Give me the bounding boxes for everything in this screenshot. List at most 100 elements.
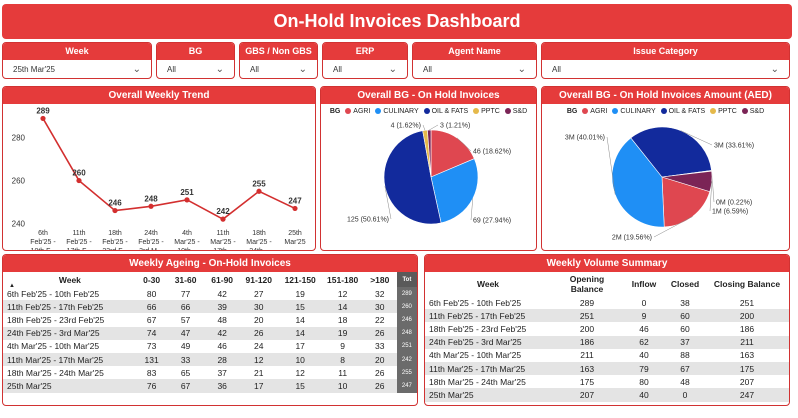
filter-gbs[interactable]: GBS / Non GBS All ⌄ <box>239 42 318 79</box>
value-cell: 42 <box>217 288 227 299</box>
ageing-col-header[interactable]: >180 <box>363 272 397 287</box>
chevron-down-icon[interactable]: ⌄ <box>771 60 779 78</box>
value-cell: 163 <box>551 361 623 376</box>
legend-item-culinary[interactable]: CULINARY <box>375 108 419 115</box>
table-row[interactable]: 11th Mar'25 - 17th Mar'25 163 79 67 175 <box>425 361 789 376</box>
chevron-down-icon[interactable]: ⌄ <box>133 60 141 78</box>
value-cell: 88 <box>680 350 690 361</box>
filter-agent[interactable]: Agent Name All ⌄ <box>412 42 537 79</box>
ageing-col-header[interactable]: Tot <box>396 272 417 287</box>
bg-amount-panel: Overall BG - On Hold Invoices Amount (AE… <box>541 86 790 251</box>
table-row[interactable]: 18th Mar'25 - 24th Mar'25 175 80 48 207 <box>425 375 789 388</box>
x-tick-label: 25th Mar'25 <box>284 230 305 246</box>
filter-bg[interactable]: BG All ⌄ <box>156 42 235 79</box>
y-tick-label: 280 <box>12 134 26 143</box>
x-tick-label: 24thFeb'25 -3rd M... <box>138 230 164 250</box>
table-row[interactable]: 18th Mar'25 - 24th Mar'25 83 65 37 21 12 11 26 2… <box>3 366 417 380</box>
filter-agent-label: Agent Name <box>413 43 536 60</box>
value-cell: 131 <box>136 352 167 367</box>
chevron-down-icon[interactable]: ⌄ <box>216 60 224 78</box>
x-tick-label: 11thFeb'25 -17th F... <box>66 230 92 250</box>
table-row[interactable]: 4th Mar'25 - 10th Mar'25 211 40 88 163 <box>425 349 789 362</box>
legend-label: PPTC <box>718 108 737 115</box>
trend-point[interactable] <box>256 188 262 194</box>
week-cell: 18th Feb'25 - 23rd Feb'25 <box>429 323 527 334</box>
weekly-trend-panel: Overall Weekly Trend 240 260 280 289 260 246 2… <box>2 86 316 251</box>
leader-line <box>429 124 439 131</box>
volume-col-header[interactable]: Week <box>425 272 551 296</box>
legend-item-sd[interactable]: S&D <box>741 108 764 115</box>
ageing-col-header[interactable]: 121-150 <box>278 272 323 287</box>
table-row[interactable]: 24th Feb'25 - 3rd Mar'25 74 47 42 26 14 19 26 24… <box>3 326 417 340</box>
volume-col-header[interactable]: Closed <box>665 272 705 296</box>
filter-erp-label: ERP <box>323 43 407 60</box>
weekly-volume-panel: Weekly Volume Summary Week Opening Balanc… <box>424 254 790 406</box>
filter-issue-category[interactable]: Issue Category All ⌄ <box>541 42 790 79</box>
filter-erp[interactable]: ERP All ⌄ <box>322 42 408 79</box>
y-tick-label: 240 <box>12 219 26 228</box>
ageing-col-header[interactable]: Week <box>3 272 137 287</box>
legend-item-agri[interactable]: AGRI <box>582 108 607 115</box>
chevron-down-icon[interactable]: ⌄ <box>299 60 307 78</box>
value-cell: 36 <box>204 379 240 393</box>
legend-item-culinary[interactable]: CULINARY <box>612 108 656 115</box>
table-row[interactable]: 25th Mar'25 207 40 0 247 <box>425 388 789 402</box>
chevron-down-icon[interactable]: ⌄ <box>518 60 526 78</box>
trend-point[interactable] <box>184 197 190 203</box>
legend-label: CULINARY <box>383 108 419 115</box>
trend-point[interactable] <box>148 203 154 209</box>
ageing-col-header[interactable]: 31-60 <box>166 272 204 287</box>
ageing-col-header[interactable]: 61-90 <box>205 272 240 287</box>
legend-item-oil-fats[interactable]: OIL & FATS <box>660 108 706 115</box>
volume-col-header[interactable]: Opening Balance <box>551 272 623 296</box>
value-cell: 8 <box>322 352 363 367</box>
trend-point[interactable] <box>220 216 226 222</box>
table-row[interactable]: 11th Feb'25 - 17th Feb'25 66 66 39 30 15 14 30 2… <box>3 300 417 314</box>
week-cell: 18th Mar'25 - 24th Mar'25 <box>7 367 104 378</box>
legend-item-pptc[interactable]: PPTC <box>710 108 737 115</box>
value-cell: 20 <box>362 352 397 367</box>
value-cell: 163 <box>739 350 755 361</box>
table-row[interactable]: 18th Feb'25 - 23rd Feb'25 200 46 60 186 <box>425 322 789 335</box>
legend-label: OIL & FATS <box>668 108 706 115</box>
legend-item-oil-fats[interactable]: OIL & FATS <box>423 108 469 115</box>
legend-item-pptc[interactable]: PPTC <box>473 108 500 115</box>
ageing-col-header[interactable]: 151-180 <box>322 272 362 287</box>
table-row[interactable]: 24th Feb'25 - 3rd Mar'25 186 62 37 211 <box>425 335 789 349</box>
value-cell: 30 <box>239 300 278 314</box>
value-cell: 175 <box>705 361 789 376</box>
value-cell: 46 <box>217 341 227 352</box>
bg-invoices-title: Overall BG - On Hold Invoices <box>321 87 536 104</box>
filter-issue-category-label: Issue Category <box>542 43 789 60</box>
legend-item-sd[interactable]: S&D <box>504 108 527 115</box>
volume-col-header[interactable]: Closing Balance <box>705 272 789 296</box>
legend-label: OIL & FATS <box>431 108 469 115</box>
ageing-col-header[interactable]: 0-30 <box>137 272 167 287</box>
trend-point[interactable] <box>112 207 118 214</box>
table-row[interactable]: 11th Mar'25 - 17th Mar'25 131 33 28 12 10 8 20 2… <box>3 352 417 367</box>
trend-point[interactable] <box>76 177 82 184</box>
sort-ascending-icon[interactable]: ▲ <box>9 283 15 289</box>
value-cell: 289 <box>396 287 417 301</box>
trend-point[interactable] <box>40 115 46 122</box>
table-row[interactable]: 11th Feb'25 - 17th Feb'25 251 9 60 200 <box>425 309 789 323</box>
table-row[interactable]: 4th Mar'25 - 10th Mar'25 73 49 46 24 17 9 33 251 <box>3 339 417 353</box>
weekly-ageing-panel: Weekly Ageing - On-Hold Invoices ▲ Week 0… <box>2 254 418 406</box>
table-row[interactable]: 18th Feb'25 - 23rd Feb'25 67 57 48 20 14 18 22 2… <box>3 313 417 327</box>
filter-week[interactable]: Week 25th Mar'25 ⌄ <box>2 42 152 79</box>
value-cell: 21 <box>254 367 264 378</box>
value-cell: 80 <box>639 376 649 387</box>
volume-col-header[interactable]: Inflow <box>623 272 665 296</box>
trend-point[interactable] <box>292 205 298 212</box>
table-row[interactable]: 6th Feb'25 - 10th Feb'25 289 0 38 251 <box>425 296 789 309</box>
ageing-col-header[interactable]: 91-120 <box>240 272 278 287</box>
data-label: 260 <box>72 169 86 178</box>
table-row[interactable]: 6th Feb'25 - 10th Feb'25 80 77 42 27 19 12 32 28… <box>3 287 417 301</box>
value-cell: 15 <box>277 379 323 393</box>
table-row[interactable]: 25th Mar'25 76 67 36 17 15 10 26 247 <box>3 379 417 393</box>
weekly-trend-chart: 240 260 280 289 260 246 248 251 242 255 247 6th Feb'… <box>12 106 306 250</box>
chevron-down-icon[interactable]: ⌄ <box>389 60 397 78</box>
data-label: 242 <box>216 207 230 216</box>
legend-item-agri[interactable]: AGRI <box>345 108 370 115</box>
value-cell: 37 <box>217 367 227 378</box>
